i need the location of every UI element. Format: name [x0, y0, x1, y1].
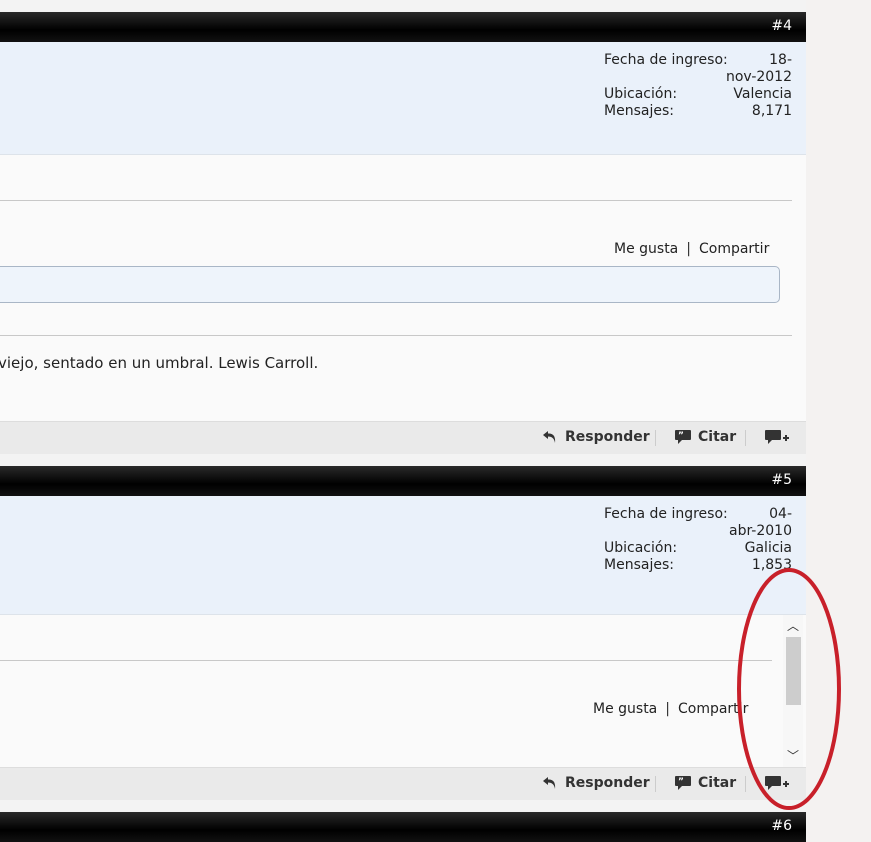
join-date-value-cont: abr-2010 — [728, 523, 792, 539]
like-link[interactable]: Me gusta — [593, 701, 657, 717]
svg-text:”: ” — [678, 777, 684, 787]
post-header-4: #4 — [0, 12, 806, 42]
signature-text: viejo, sentado en un umbral. Lewis Carro… — [0, 354, 319, 372]
footer-separator — [655, 776, 656, 792]
post-footer: Responder ” Citar — [0, 421, 806, 454]
post-number[interactable]: #4 — [771, 18, 792, 34]
location-label: Ubicación: — [604, 540, 678, 556]
reply-button[interactable]: Responder — [541, 429, 650, 445]
user-details: Fecha de ingreso: 04- abr-2010 Ubicación:… — [604, 506, 792, 574]
messages-value: 8,171 — [751, 103, 792, 119]
svg-text:”: ” — [678, 431, 684, 441]
quote-icon: ” — [675, 430, 691, 444]
messages-label: Mensajes: — [604, 103, 674, 119]
share-link[interactable]: Compartir — [699, 241, 769, 257]
quote-button[interactable]: ” Citar — [674, 775, 736, 791]
post-header-6: #6 — [0, 812, 806, 842]
join-date-label: Fecha de ingreso: — [604, 52, 728, 68]
join-date-value: 18- — [769, 52, 792, 68]
footer-separator — [745, 430, 746, 446]
post-footer: Responder ” Citar — [0, 767, 806, 800]
join-date-label: Fecha de ingreso: — [604, 506, 728, 522]
location-value: Valencia — [733, 86, 792, 102]
location-value: Galicia — [744, 540, 792, 556]
reply-icon — [543, 431, 556, 443]
reply-button[interactable]: Responder — [541, 775, 650, 791]
signature-divider — [0, 335, 792, 336]
divider — [0, 200, 792, 201]
post-actions: Me gusta | Compartir — [593, 701, 749, 717]
location-label: Ubicación: — [604, 86, 678, 102]
footer-separator — [655, 430, 656, 446]
post-actions: Me gusta | Compartir — [614, 241, 770, 257]
post-number[interactable]: #6 — [771, 818, 792, 834]
join-date-value-cont: nov-2012 — [725, 69, 792, 85]
messages-label: Mensajes: — [604, 557, 674, 573]
quote-icon: ” — [675, 776, 691, 790]
post-number[interactable]: #5 — [771, 472, 792, 488]
join-date-value: 04- — [769, 506, 792, 522]
multi-quote-button[interactable] — [764, 429, 796, 447]
divider — [0, 660, 772, 661]
user-details: Fecha de ingreso: 18- nov-2012 Ubicación:… — [604, 52, 792, 120]
reply-icon — [543, 777, 556, 789]
multi-quote-icon — [765, 430, 789, 444]
post-header-5: #5 — [0, 466, 806, 496]
annotation-ellipse — [737, 568, 841, 810]
like-box — [0, 266, 780, 303]
quote-button[interactable]: ” Citar — [674, 429, 736, 445]
like-link[interactable]: Me gusta — [614, 241, 678, 257]
